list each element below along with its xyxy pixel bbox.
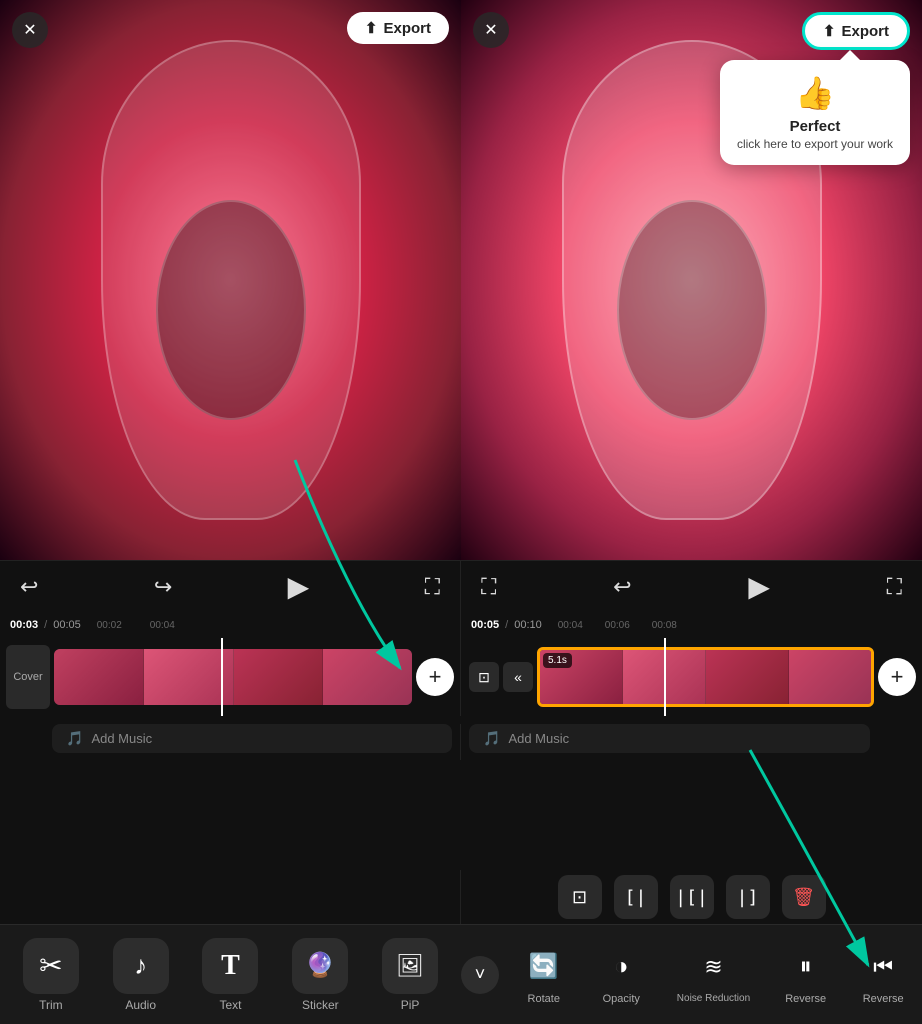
pip-tool-bottom[interactable]: 🖼 PiP (378, 934, 442, 1016)
sticker-label: Sticker (302, 998, 339, 1012)
text-tool[interactable]: T Text (198, 934, 262, 1016)
redo-button-left[interactable]: ↪ (154, 574, 172, 600)
delete-tool-button[interactable]: 🗑 (782, 875, 826, 919)
add-clip-button-right[interactable]: + (878, 658, 916, 696)
add-clip-button-left[interactable]: + (416, 658, 454, 696)
sticker-tool[interactable]: 🔮 Sticker (288, 934, 352, 1016)
fullscreen-button-right[interactable]: ⛶ (481, 574, 496, 600)
pip-tool-button[interactable]: ⊡ (558, 875, 602, 919)
pip-icon: 🖼 (382, 938, 438, 994)
export-button-right[interactable]: ⬆ Export (802, 12, 910, 50)
timecode-right: 00:05 (471, 619, 499, 631)
rotate-icon: 🔄 (522, 945, 566, 989)
split-right-tool-button[interactable]: |] (726, 875, 770, 919)
trim-icon: ✂ (23, 938, 79, 994)
opacity-label: Opacity (603, 993, 640, 1005)
export-icon-right: ⬆ (823, 22, 836, 40)
rotate-label: Rotate (528, 993, 560, 1005)
close-icon-right: ✕ (484, 20, 497, 40)
play-button-left[interactable]: ▶ (288, 570, 310, 603)
tooltip-emoji: 👍 (736, 74, 894, 112)
export-label-right: Export (841, 23, 889, 40)
tooltip-popup: 👍 Perfect click here to export your work (720, 60, 910, 165)
add-music-left[interactable]: 🎵 Add Music (52, 724, 452, 753)
reverse-icon: ⏮ (861, 945, 905, 989)
fullscreen-button-left[interactable]: ⛶ (425, 574, 440, 600)
opacity-tool[interactable]: ◑ Opacity (599, 945, 643, 1005)
add-music-right[interactable]: 🎵 Add Music (469, 724, 870, 753)
clip-tool-1[interactable]: ⊡ (469, 662, 499, 692)
close-button-left[interactable]: ✕ (12, 12, 48, 48)
reverse-tool[interactable]: ⏮ Reverse (861, 945, 905, 1005)
cover-label: Cover (6, 645, 50, 709)
pip-label: PiP (401, 998, 420, 1012)
clip-strip-right[interactable]: 5.1s (537, 647, 874, 707)
tooltip-subtitle: click here to export your work (736, 137, 894, 151)
clip-strip-left[interactable] (54, 649, 412, 705)
freeze-icon: ⏸ (784, 945, 828, 989)
timeline-mark-2-right: 00:06 (605, 620, 630, 631)
text-label: Text (219, 998, 241, 1012)
timeline-mark-1-right: 00:04 (558, 620, 583, 631)
audio-tool[interactable]: ♪ Audio (109, 934, 173, 1016)
timeline-mark-1-left: 00:02 (97, 620, 122, 631)
undo-button-left[interactable]: ↩ (20, 574, 38, 600)
export-label-left: Export (383, 20, 431, 37)
sticker-icon: 🔮 (292, 938, 348, 994)
split-left-tool-button[interactable]: [| (614, 875, 658, 919)
music-label-left: Add Music (91, 731, 152, 746)
close-icon-left: ✕ (23, 20, 36, 40)
trim-tool[interactable]: ✂ Trim (19, 934, 83, 1016)
audio-label: Audio (125, 998, 156, 1012)
noise-reduction-tool[interactable]: ≋ Noise Reduction (677, 945, 750, 1004)
text-icon: T (202, 938, 258, 994)
noise-reduction-icon: ≋ (691, 945, 735, 989)
freeze-tool[interactable]: ⏸ Reverse (784, 945, 828, 1005)
music-icon-left: 🎵 (66, 730, 83, 747)
collapse-button[interactable]: ˅ (461, 956, 499, 994)
reverse-label: Reverse (863, 993, 904, 1005)
music-icon-right: 🎵 (483, 730, 500, 747)
freeze-label: Reverse (785, 993, 826, 1005)
trim-label: Trim (39, 998, 63, 1012)
clip-tool-2[interactable]: « (503, 662, 533, 692)
play-button-right[interactable]: ▶ (748, 570, 770, 603)
close-button-right[interactable]: ✕ (473, 12, 509, 48)
noise-reduction-label: Noise Reduction (677, 993, 750, 1004)
rotate-tool[interactable]: 🔄 Rotate (522, 945, 566, 1005)
split-both-tool-button[interactable]: |[| (670, 875, 714, 919)
opacity-icon: ◑ (599, 945, 643, 989)
timecode-total-left: 00:05 (53, 619, 81, 631)
timeline-mark-2-left: 00:04 (150, 620, 175, 631)
timecode-total-right: 00:10 (514, 619, 542, 631)
undo-button-right[interactable]: ↩ (613, 574, 631, 600)
timeline-mark-3-right: 00:08 (652, 620, 677, 631)
tooltip-title: Perfect (736, 118, 894, 135)
audio-icon: ♪ (113, 938, 169, 994)
timecode-left: 00:03 (10, 619, 38, 631)
timecode-sep-right: / (505, 619, 508, 631)
export-icon-left: ⬆ (365, 19, 378, 37)
timecode-sep-left: / (44, 619, 47, 631)
clip-duration-badge: 5.1s (543, 653, 572, 668)
fullscreen-button-right2[interactable]: ⛶ (887, 574, 902, 600)
export-button-left[interactable]: ⬆ Export (347, 12, 449, 44)
music-label-right: Add Music (508, 731, 569, 746)
